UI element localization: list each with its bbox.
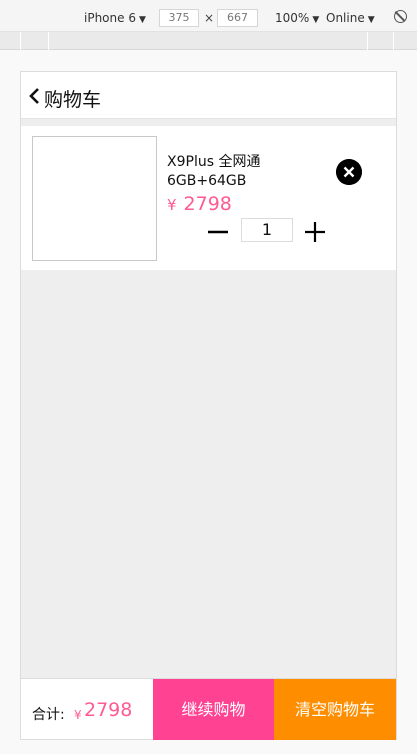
cart-footer: 合计: ¥ 2798 继续购物 清空购物车 (21, 678, 396, 740)
page-header: 购物车 (21, 72, 396, 119)
ruler-tick (367, 32, 368, 50)
price-value: 2798 (183, 193, 232, 215)
clear-cart-button[interactable]: 清空购物车 (274, 679, 396, 740)
device-label: iPhone 6 (84, 11, 136, 25)
ruler-tick (20, 32, 21, 50)
product-price: ¥2798 (167, 193, 232, 215)
ruler-tick (393, 32, 394, 50)
device-select[interactable]: iPhone 6 ▼ (84, 11, 146, 25)
zoom-select[interactable]: 100% ▼ (275, 11, 319, 25)
phone-viewport: 购物车 X9Plus 全网通 6GB+64GB ¥2798 1 合计: ¥ 27… (20, 71, 397, 740)
width-input[interactable]: 375 (159, 9, 199, 27)
cart-item: X9Plus 全网通 6GB+64GB ¥2798 1 (21, 126, 396, 270)
height-input[interactable]: 667 (217, 9, 258, 27)
currency-symbol: ¥ (167, 196, 177, 214)
product-name[interactable]: X9Plus 全网通 6GB+64GB (167, 153, 287, 191)
total-amount: 2798 (84, 699, 133, 721)
dimension-separator: × (204, 11, 215, 25)
network-select[interactable]: Online ▼ (326, 11, 375, 25)
rotate-icon[interactable] (394, 10, 407, 23)
back-arrow-icon[interactable] (27, 87, 43, 105)
total-currency: ¥ (74, 708, 82, 722)
network-label: Online (326, 11, 365, 25)
chevron-down-icon: ▼ (367, 15, 375, 25)
ruler-tick (48, 32, 49, 50)
chevron-down-icon: ▼ (312, 15, 320, 25)
page-title: 购物车 (44, 89, 102, 111)
devtools-toolbar: iPhone 6 ▼ 375 × 667 100% ▼ Online ▼ (0, 0, 417, 32)
increase-quantity-button[interactable] (304, 221, 326, 243)
product-image[interactable] (32, 136, 157, 261)
media-query-ruler[interactable] (0, 32, 417, 50)
quantity-input[interactable]: 1 (241, 218, 293, 242)
continue-shopping-button[interactable]: 继续购物 (153, 679, 274, 740)
remove-item-button[interactable] (336, 159, 362, 185)
total-label: 合计: (32, 707, 65, 723)
zoom-label: 100% (275, 11, 310, 25)
decrease-quantity-button[interactable] (207, 221, 229, 243)
chevron-down-icon: ▼ (138, 15, 146, 25)
